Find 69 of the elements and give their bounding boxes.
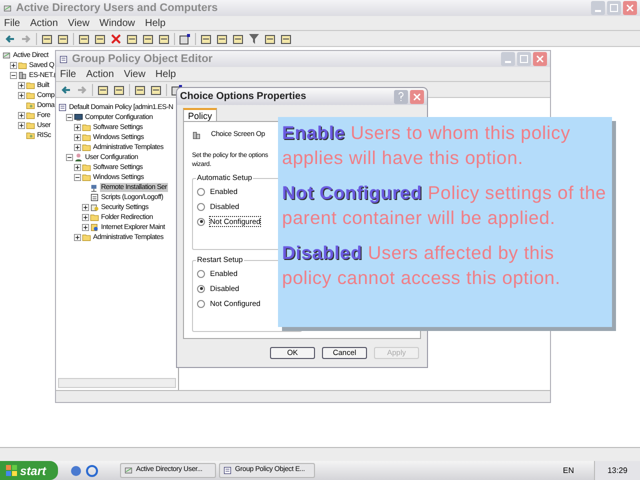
menu-item[interactable]: Help [155, 66, 176, 82]
minimize-icon [595, 10, 601, 12]
computer-icon [74, 112, 83, 122]
expand-icon[interactable] [18, 82, 25, 88]
close-icon [413, 92, 421, 100]
scrollbar[interactable] [58, 378, 176, 388]
close-icon [536, 55, 544, 63]
maximize-icon [520, 55, 528, 63]
menu-item[interactable]: Action [30, 16, 58, 30]
callout-paragraph: Enable Users to whom this policy applies will have this option. [282, 121, 572, 170]
collapse-icon[interactable] [74, 174, 81, 180]
expand-icon[interactable] [74, 134, 81, 140]
expand-icon[interactable] [82, 224, 89, 230]
menu-item[interactable]: Window [99, 16, 135, 30]
menu-item[interactable]: File [4, 16, 20, 30]
tab[interactable]: Policy [183, 108, 218, 121]
delete-icon[interactable] [110, 32, 122, 44]
radio-button[interactable] [197, 284, 205, 292]
expand-icon[interactable] [74, 124, 81, 130]
menu-item[interactable]: Action [86, 66, 114, 82]
radio-button[interactable] [197, 218, 205, 226]
dialog-title: Choice Options Properties [180, 90, 308, 104]
callout-paragraph: Not Configured Policy settings of the parent container will be applied. [282, 181, 608, 230]
browser-icon [90, 222, 99, 232]
radio-button[interactable] [197, 188, 205, 196]
menu-item[interactable]: Help [145, 16, 166, 30]
menu-item[interactable]: View [68, 16, 90, 30]
clock: 13:29 [594, 461, 640, 480]
callout-paragraph: Disabled Users affected by this policy cannot access this option. [282, 241, 562, 290]
security-icon [90, 202, 99, 212]
directory-icon [3, 4, 12, 12]
expand-icon[interactable] [82, 204, 89, 210]
collapse-icon[interactable] [10, 72, 17, 78]
maximize-icon [610, 4, 618, 12]
start-button[interactable]: start [0, 461, 58, 480]
back-icon[interactable] [4, 32, 16, 44]
expand-icon[interactable] [10, 62, 17, 68]
windows-logo-icon [6, 465, 17, 476]
globe-icon[interactable] [70, 464, 82, 476]
menu-item[interactable]: View [124, 66, 146, 82]
back-icon[interactable] [60, 84, 72, 96]
radio-button[interactable] [197, 300, 205, 308]
close-icon [626, 4, 634, 12]
directory-icon [124, 466, 133, 475]
expand-icon[interactable] [18, 122, 25, 128]
window-title: Group Policy Object Editor [72, 52, 214, 67]
menu-item[interactable]: File [60, 66, 76, 82]
minimize-icon [505, 61, 511, 63]
network-icon [90, 182, 99, 192]
radio-button[interactable] [197, 270, 205, 278]
expand-icon[interactable] [18, 112, 25, 118]
expand-icon[interactable] [74, 234, 81, 240]
domain-icon [192, 130, 201, 140]
directory-icon [2, 50, 11, 60]
collapse-icon[interactable] [66, 154, 73, 160]
script-icon [90, 192, 99, 202]
window-title: Active Directory Users and Computers [16, 0, 219, 16]
expand-icon[interactable] [74, 164, 81, 170]
user-icon [74, 152, 83, 162]
language-indicator[interactable]: EN [562, 464, 574, 476]
expand-icon[interactable] [74, 144, 81, 150]
expand-icon[interactable] [18, 92, 25, 98]
collapse-icon[interactable] [66, 114, 73, 120]
browser-icon[interactable] [86, 464, 98, 476]
radio-button[interactable] [197, 202, 205, 210]
domain-icon [18, 70, 27, 80]
policy-icon [59, 54, 68, 64]
expand-icon[interactable] [82, 214, 89, 220]
policy-icon [223, 466, 232, 475]
